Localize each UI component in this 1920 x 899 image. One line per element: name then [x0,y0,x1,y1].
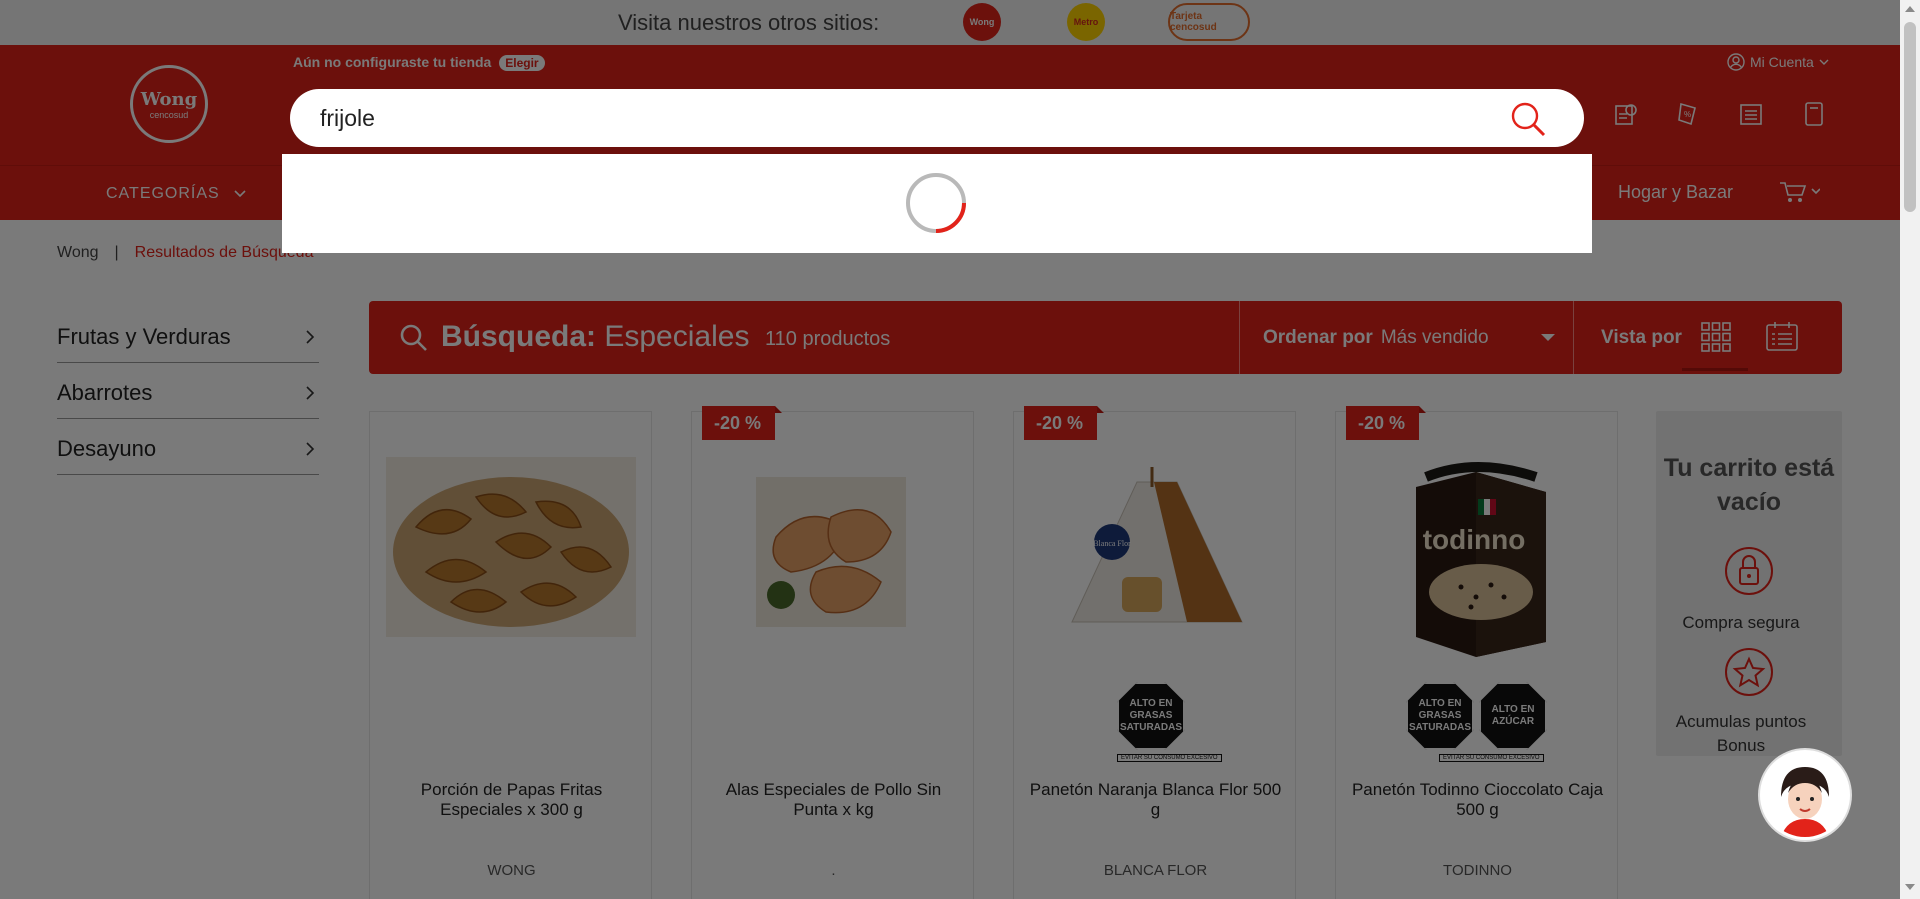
mini-cart: Tu carrito está vacío Compra segura Acum… [1656,411,1842,756]
product-brand: TODINNO [1443,862,1512,879]
active-view-indicator [1682,368,1748,371]
nav-item-hogar-bazar[interactable]: Hogar y Bazar [1618,182,1733,203]
product-image [386,457,636,637]
sort-label: Ordenar por [1263,327,1373,348]
cencosud-card-logo[interactable]: Tarjeta cencosud [1168,3,1250,41]
other-sites-bar: Visita nuestros otros sitios: Wong Metro… [0,0,1900,45]
sidebar-item-desayuno[interactable]: Desayuno [57,419,319,475]
product-image: Blanca Flor [1071,467,1243,623]
breadcrumb: Wong | Resultados de Búsqueda [57,244,313,262]
scroll-thumb[interactable] [1904,22,1916,212]
product-name[interactable]: Panetón Todinno Cioccolato Caja 500 g [1346,780,1609,820]
package-brand-text: todinno [1423,524,1526,555]
sidebar-item-frutas-verduras[interactable]: Frutas y Verduras [57,307,319,363]
nutritional-warning-badge: ALTO EN AZÚCAR [1479,682,1547,750]
discount-badge: -20 % [702,406,783,440]
warning-note: EVITAR SU CONSUMO EXCESIVO [1439,754,1544,762]
my-account-menu[interactable]: Mi Cuenta [1727,53,1829,71]
loading-spinner-icon [906,173,966,233]
chevron-down-icon [1819,59,1829,65]
nutritional-warning-badge: ALTO EN GRASAS SATURADAS [1406,682,1474,750]
product-image [756,477,906,627]
breadcrumb-home[interactable]: Wong [57,244,99,261]
search-heading: Búsqueda: Especiales [441,320,749,354]
search-icon [400,324,427,351]
product-name[interactable]: Panetón Naranja Blanca Flor 500 g [1024,780,1287,820]
discount-badge: -20 % [1024,406,1105,440]
caret-down-icon [1541,334,1555,341]
product-brand: WONG [487,862,536,879]
my-account-label: Mi Cuenta [1750,54,1814,70]
product-name[interactable]: Porción de Papas Fritas Especiales x 300… [380,780,643,820]
chevron-down-icon [234,190,246,198]
package-brand-text: Blanca Flor [1093,539,1131,548]
tracking-icon[interactable] [1612,100,1640,128]
other-sites-label: Visita nuestros otros sitios: [618,10,880,35]
padlock-icon [1725,547,1773,595]
chevron-right-icon [306,442,315,456]
offers-icon[interactable]: % [1675,100,1703,128]
sidebar-item-label: Frutas y Verduras [57,324,231,349]
product-brand: BLANCA FLOR [1103,862,1208,879]
search-input[interactable] [320,99,1500,137]
store-config-message: Aún no configuraste tu tienda Elegir [293,54,545,71]
wong-logo-text: Wong [140,88,198,110]
discount-badge: -20 % [1346,406,1427,440]
divider [1573,301,1574,374]
sidebar-item-label: Abarrotes [57,380,153,405]
assistant-avatar-icon [1763,753,1847,837]
scroll-down-arrow[interactable] [1905,884,1915,890]
categories-label: CATEGORÍAS [106,185,220,202]
categories-menu[interactable]: CATEGORÍAS [106,185,247,203]
catalog-icon[interactable] [1800,100,1828,128]
list-icon[interactable] [1737,100,1765,128]
nutritional-warning-badge: ALTO EN GRASAS SATURADAS [1117,682,1185,750]
store-config-text: Aún no configuraste tu tienda [293,54,492,70]
chevron-right-icon [306,386,315,400]
product-brand: . [831,862,836,879]
metro-site-logo[interactable]: Metro [1067,3,1105,41]
scroll-up-arrow[interactable] [1905,6,1915,12]
user-icon [1727,53,1745,71]
empty-cart-title: Tu carrito está vacío [1663,454,1835,516]
product-card[interactable]: -20 % Blanca Flor ALTO EN GRASAS SATURAD… [1013,406,1296,899]
cart-button[interactable] [1778,180,1821,209]
product-card[interactable]: -20 % Alas Especiales de Pollo Sin Punta… [691,406,974,899]
chevron-right-icon [306,330,315,344]
chat-assistant-button[interactable] [1760,750,1850,840]
wong-logo-subtext: cencosud [149,109,189,120]
choose-store-button[interactable]: Elegir [499,55,545,71]
sidebar-item-label: Desayuno [57,436,157,461]
secure-purchase-label: Compra segura [1682,613,1800,632]
divider [1239,301,1240,374]
wong-logo[interactable]: Wong cencosud [130,65,208,143]
cart-icon [1780,182,1821,202]
search-term: Especiales [604,320,750,353]
results-count: 110 productos [765,328,891,350]
sort-select[interactable]: Ordenar por Más vendido [1263,327,1489,349]
product-card[interactable]: -20 % todinno ALTO EN GRASAS SATURADAS A… [1335,406,1618,899]
search-box [290,89,1584,147]
search-results-bar: Búsqueda: Especiales 110 productos Orden… [369,301,1842,374]
product-card[interactable]: Porción de Papas Fritas Especiales x 300… [369,411,652,899]
breadcrumb-separator: | [114,244,119,261]
page-scrollbar[interactable] [1900,0,1920,899]
warning-note: EVITAR SU CONSUMO EXCESIVO [1117,754,1222,762]
sort-value: Más vendido [1380,327,1489,348]
search-suggestions-dropdown [282,154,1592,253]
search-button[interactable] [1508,100,1550,138]
search-heading-label: Búsqueda: [441,320,597,353]
svg-text:%: % [1684,110,1691,119]
product-name[interactable]: Alas Especiales de Pollo Sin Punta x kg [702,780,965,820]
wong-site-logo[interactable]: Wong [963,3,1001,41]
grid-view-icon[interactable] [1701,322,1731,352]
sidebar-item-abarrotes[interactable]: Abarrotes [57,363,319,419]
star-icon [1725,648,1773,696]
product-image: todinno [1416,462,1546,657]
view-label: Vista por [1601,327,1682,348]
list-view-icon[interactable] [1766,322,1798,352]
